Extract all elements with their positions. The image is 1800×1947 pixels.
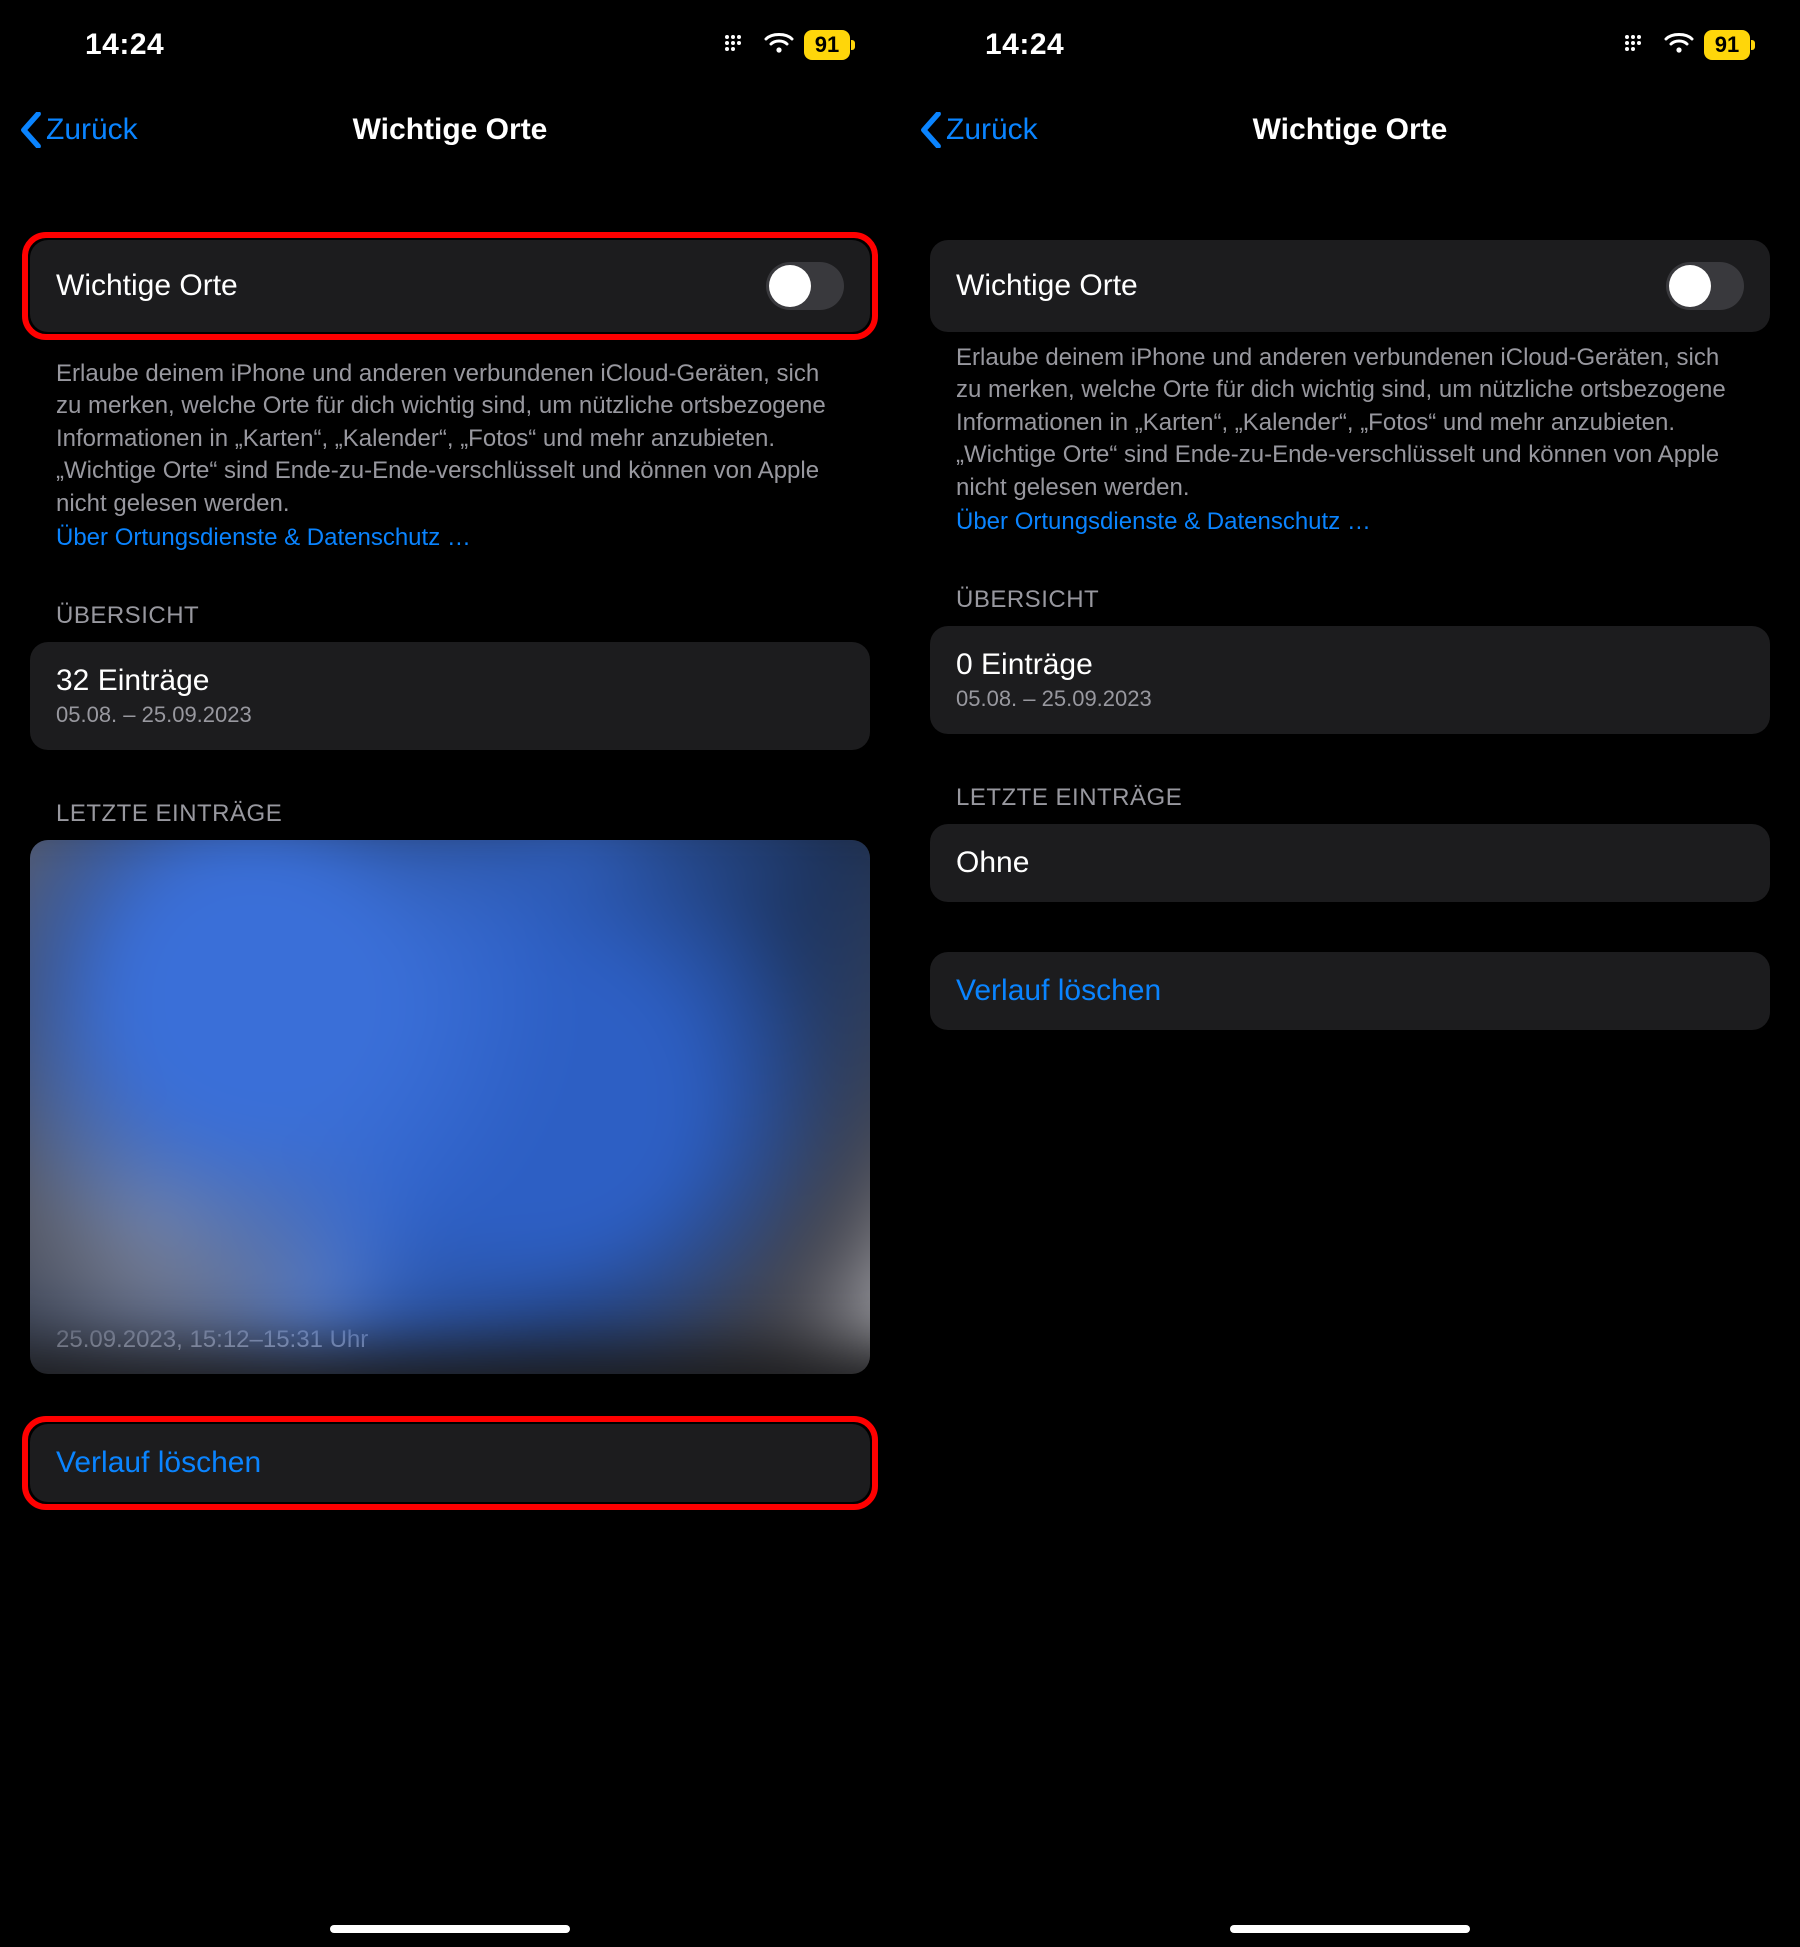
recent-entry-card[interactable]: 25.09.2023, 15:12–15:31 Uhr xyxy=(30,840,870,1374)
nav-bar: Zurück Wichtige Orte xyxy=(900,90,1800,170)
overview-daterange: 05.08. – 25.09.2023 xyxy=(56,702,252,728)
significant-locations-row[interactable]: Wichtige Orte xyxy=(930,240,1770,332)
clear-history-button[interactable]: Verlauf löschen xyxy=(930,952,1770,1030)
significant-locations-toggle[interactable] xyxy=(1666,262,1744,310)
nav-title: Wichtige Orte xyxy=(1253,113,1448,147)
back-button[interactable]: Zurück xyxy=(920,112,1038,148)
highlight-toggle: Wichtige Orte xyxy=(22,232,878,340)
status-time: 14:24 xyxy=(85,28,164,62)
recent-none-cell: Ohne xyxy=(930,824,1770,902)
overview-cell[interactable]: 0 Einträge 05.08. – 25.09.2023 xyxy=(930,626,1770,734)
back-label: Zurück xyxy=(946,113,1038,147)
recent-header: LETZTE EINTRÄGE xyxy=(30,800,870,840)
wifi-icon xyxy=(764,32,794,59)
back-label: Zurück xyxy=(46,113,138,147)
toggle-label: Wichtige Orte xyxy=(956,269,1138,303)
home-indicator[interactable] xyxy=(330,1925,570,1933)
nav-title: Wichtige Orte xyxy=(353,113,548,147)
wifi-icon xyxy=(1664,32,1694,59)
home-indicator[interactable] xyxy=(1230,1925,1470,1933)
nav-bar: Zurück Wichtige Orte xyxy=(0,90,900,170)
phone-left: 14:24 91 Zurück Wichtige Orte Wichtige O… xyxy=(0,0,900,1947)
status-bar: 14:24 91 xyxy=(0,0,900,90)
overview-count: 0 Einträge xyxy=(956,648,1093,682)
recent-none-label: Ohne xyxy=(956,846,1029,880)
toggle-label: Wichtige Orte xyxy=(56,269,238,303)
overview-cell[interactable]: 32 Einträge 05.08. – 25.09.2023 xyxy=(30,642,870,750)
back-button[interactable]: Zurück xyxy=(20,112,138,148)
status-right: 91 xyxy=(724,30,850,60)
clear-history-label: Verlauf löschen xyxy=(956,974,1161,1008)
clear-history-button[interactable]: Verlauf löschen xyxy=(30,1424,870,1502)
cellular-icon xyxy=(1624,33,1654,58)
highlight-clear: Verlauf löschen xyxy=(22,1416,878,1510)
significant-locations-row[interactable]: Wichtige Orte xyxy=(30,240,870,332)
overview-header: ÜBERSICHT xyxy=(30,602,870,642)
content: Wichtige Orte Erlaube deinem iPhone und … xyxy=(0,170,900,1510)
clear-history-label: Verlauf löschen xyxy=(56,1446,261,1480)
overview-header: ÜBERSICHT xyxy=(930,586,1770,626)
overview-count: 32 Einträge xyxy=(56,664,209,698)
status-right: 91 xyxy=(1624,30,1750,60)
privacy-link[interactable]: Über Ortungsdienste & Datenschutz … xyxy=(930,504,1770,536)
battery-indicator: 91 xyxy=(1704,30,1750,60)
map-preview-blurred xyxy=(30,840,870,1345)
recent-header: LETZTE EINTRÄGE xyxy=(930,784,1770,824)
status-time: 14:24 xyxy=(985,28,1064,62)
cellular-icon xyxy=(724,33,754,58)
overview-daterange: 05.08. – 25.09.2023 xyxy=(956,686,1152,712)
toggle-knob xyxy=(1669,265,1711,307)
battery-indicator: 91 xyxy=(804,30,850,60)
footer-description: Erlaube deinem iPhone und anderen verbun… xyxy=(930,332,1770,504)
toggle-knob xyxy=(769,265,811,307)
status-bar: 14:24 91 xyxy=(900,0,1800,90)
footer-description: Erlaube deinem iPhone und anderen verbun… xyxy=(30,348,870,520)
content: Wichtige Orte Erlaube deinem iPhone und … xyxy=(900,170,1800,1030)
significant-locations-toggle[interactable] xyxy=(766,262,844,310)
chevron-left-icon xyxy=(20,112,42,148)
phone-right: 14:24 91 Zurück Wichtige Orte Wichtige O… xyxy=(900,0,1800,1947)
chevron-left-icon xyxy=(920,112,942,148)
privacy-link[interactable]: Über Ortungsdienste & Datenschutz … xyxy=(30,520,870,552)
